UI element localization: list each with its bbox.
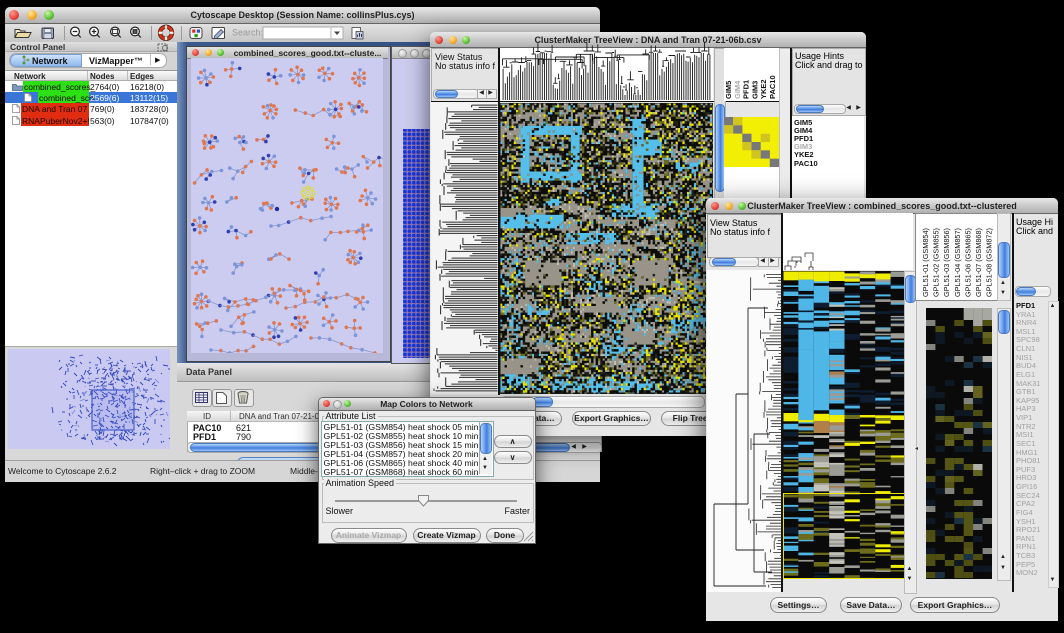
svg-text:GPL51-04 (GSM857): GPL51-04 (GSM857) bbox=[953, 228, 962, 297]
svg-text:GPL51-07 (GSM868): GPL51-07 (GSM868) bbox=[974, 228, 983, 297]
svg-text:GPL51-01 (GSM854): GPL51-01 (GSM854) bbox=[921, 228, 930, 297]
svg-text:GIM4: GIM4 bbox=[733, 80, 742, 99]
svg-text:GIM3: GIM3 bbox=[750, 81, 759, 99]
svg-text:PFD1: PFD1 bbox=[742, 80, 751, 99]
svg-text:GPL51-08 (GSM872): GPL51-08 (GSM872) bbox=[985, 228, 994, 297]
svg-text:GPL51-03 (GSM856): GPL51-03 (GSM856) bbox=[942, 228, 951, 297]
svg-text:GIM5: GIM5 bbox=[724, 81, 733, 99]
svg-text:GPL51-06 (GSM865): GPL51-06 (GSM865) bbox=[963, 228, 972, 297]
svg-text:GPL51-02 (GSM855): GPL51-02 (GSM855) bbox=[932, 228, 941, 297]
svg-text:PAC10: PAC10 bbox=[768, 75, 777, 99]
svg-text:Search:: Search: bbox=[232, 28, 263, 38]
svg-text:YKE2: YKE2 bbox=[759, 79, 768, 99]
